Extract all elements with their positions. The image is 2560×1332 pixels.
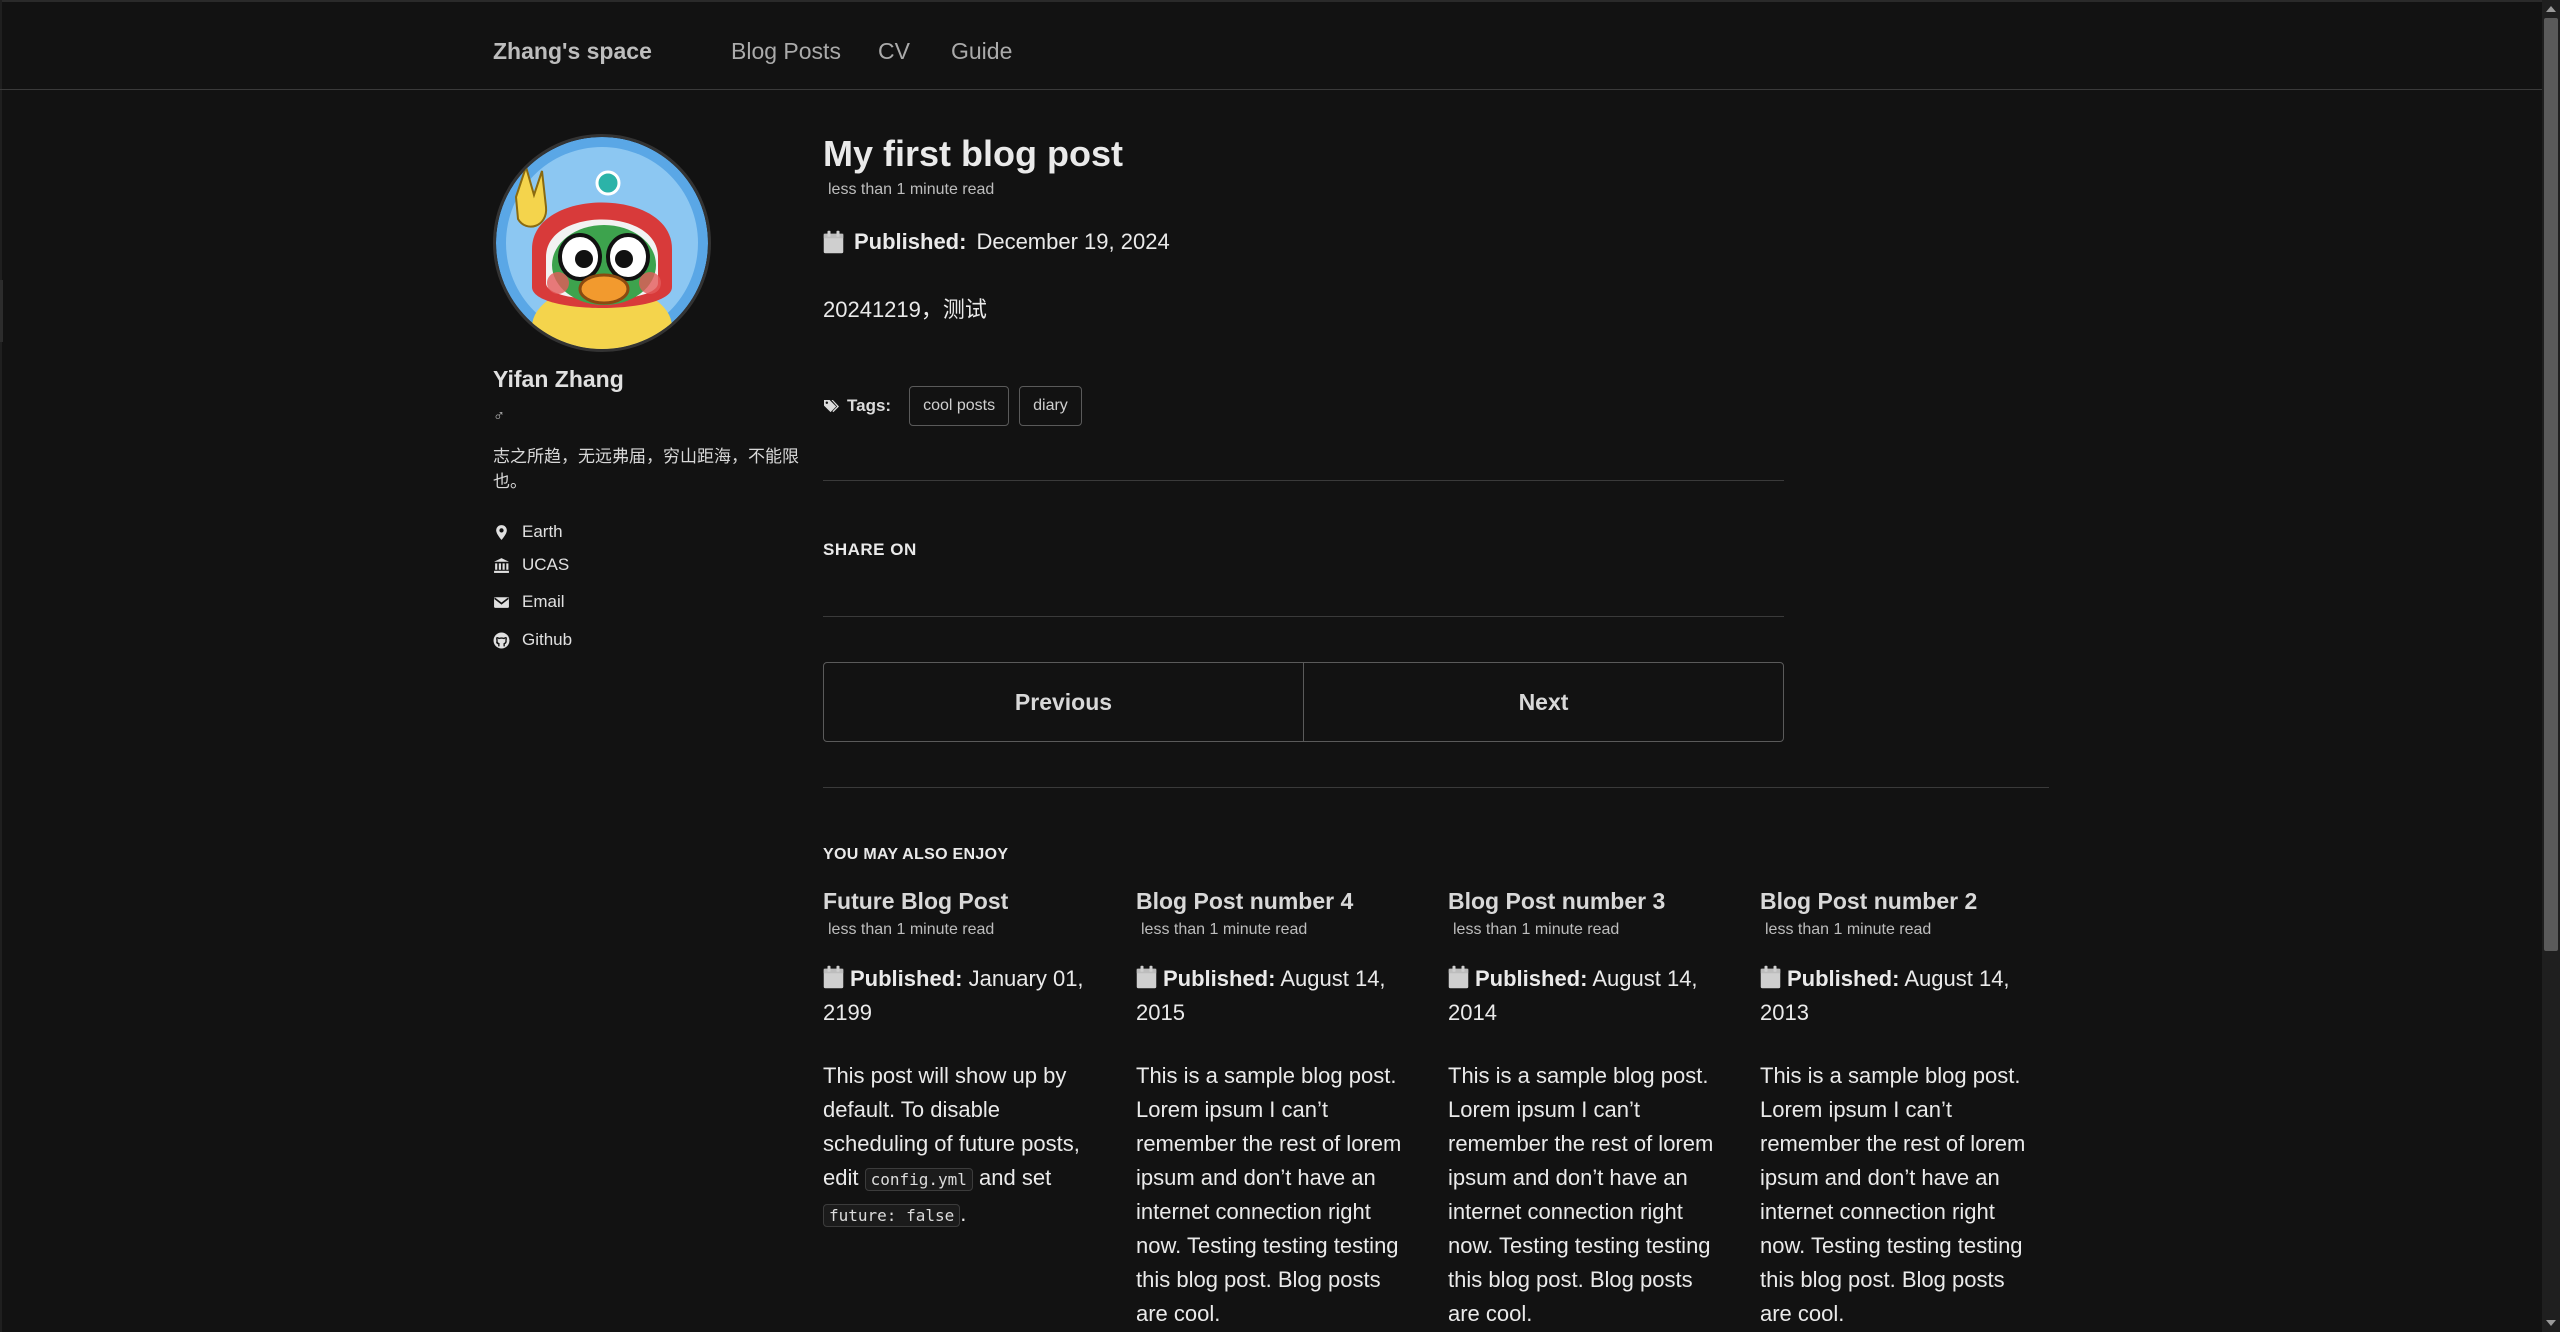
- excerpt-text: .: [960, 1201, 967, 1226]
- tags-icon: [824, 399, 839, 412]
- related-post-published: Published: January 01, 2199: [823, 962, 1103, 1030]
- inline-code: future: false: [823, 1204, 961, 1227]
- related-post-read-time: less than 1 minute read: [828, 921, 995, 938]
- inline-code: config.yml: [864, 1168, 973, 1191]
- author-avatar: [493, 134, 711, 352]
- related-post-published: Published: August 14, 2013: [1760, 962, 2040, 1030]
- related-post-excerpt: This is a sample blog post. Lorem ipsum …: [1448, 1063, 1714, 1326]
- tag-cool-posts[interactable]: cool posts: [909, 386, 1010, 426]
- bank-icon: [494, 557, 509, 573]
- scroll-down-arrow-icon[interactable]: [2546, 1320, 2556, 1326]
- nav-link-guide[interactable]: Guide: [951, 38, 1012, 65]
- related-post-read-time: less than 1 minute read: [1765, 921, 1932, 938]
- divider: [823, 787, 2049, 788]
- author-email-link[interactable]: Email: [493, 590, 565, 614]
- related-post-title[interactable]: Blog Post number 3: [1448, 888, 1665, 914]
- calendar-icon: [823, 965, 844, 989]
- window-edge-marker: [0, 280, 3, 342]
- related-post-excerpt: This post will show up by default. To di…: [823, 1059, 1103, 1233]
- tags-label-wrap: Tags:: [823, 396, 891, 416]
- related-post-title[interactable]: Blog Post number 2: [1760, 888, 1977, 914]
- related-post-published-label: Published:: [850, 966, 963, 991]
- vertical-scrollbar[interactable]: [2542, 0, 2560, 1332]
- related-post-published-label: Published:: [1475, 966, 1588, 991]
- post-published-date: December 19, 2024: [976, 229, 1170, 254]
- related-post-published: Published: August 14, 2015: [1136, 962, 1416, 1030]
- related-post-published-label: Published:: [1163, 966, 1276, 991]
- post-pagination: Previous Next: [823, 662, 1784, 742]
- calendar-icon: [823, 230, 844, 254]
- related-post-title[interactable]: Blog Post number 4: [1136, 888, 1353, 914]
- duck-avatar-image: [496, 137, 708, 349]
- related-post-card: Blog Post number 4 less than 1 minute re…: [1136, 886, 1416, 1331]
- author-bio: 志之所趋，无远弗届，穷山距海，不能限也。: [493, 447, 799, 491]
- post-published: Published: December 19, 2024: [823, 229, 1170, 255]
- window-left-border: [0, 0, 2, 1332]
- related-post-read-time: less than 1 minute read: [1141, 921, 1308, 938]
- related-posts-heading: YOU MAY ALSO ENJOY: [823, 846, 1009, 863]
- author-employer: UCAS: [493, 553, 569, 577]
- nav-link-blog-posts[interactable]: Blog Posts: [731, 38, 841, 65]
- scroll-up-arrow-icon[interactable]: [2546, 6, 2556, 12]
- author-name: Yifan Zhang: [493, 366, 624, 392]
- envelope-icon: [494, 596, 509, 608]
- related-post-title[interactable]: Future Blog Post: [823, 888, 1008, 914]
- post-title: My first blog post: [823, 133, 1123, 174]
- related-post-read-time: less than 1 minute read: [1453, 921, 1620, 938]
- related-post-published-label: Published:: [1787, 966, 1900, 991]
- tags-label: Tags:: [847, 396, 892, 415]
- author-email-label: Email: [522, 592, 565, 611]
- map-marker-icon: [496, 524, 507, 540]
- calendar-icon: [1136, 965, 1157, 989]
- post-tags: Tags: cool posts diary: [823, 386, 1082, 426]
- nav-link-cv[interactable]: CV: [878, 38, 910, 65]
- author-gender: ♂: [493, 408, 505, 425]
- calendar-icon: [1760, 965, 1781, 989]
- github-icon: [493, 632, 510, 648]
- calendar-icon: [1448, 965, 1469, 989]
- previous-post-button[interactable]: Previous: [824, 663, 1304, 741]
- related-post-card: Blog Post number 3 less than 1 minute re…: [1448, 886, 1728, 1331]
- tag-diary[interactable]: diary: [1019, 386, 1082, 426]
- post-read-time: less than 1 minute read: [828, 181, 995, 198]
- post-body: 20241219，测试: [823, 297, 987, 322]
- related-post-card: Future Blog Post less than 1 minute read…: [823, 886, 1103, 1233]
- site-brand-link[interactable]: Zhang's space: [493, 38, 652, 65]
- next-post-button[interactable]: Next: [1304, 663, 1783, 741]
- related-post-excerpt: This is a sample blog post. Lorem ipsum …: [1136, 1063, 1402, 1326]
- related-post-excerpt: This is a sample blog post. Lorem ipsum …: [1760, 1063, 2026, 1326]
- author-location: Earth: [493, 520, 563, 544]
- author-github-label: Github: [522, 630, 573, 649]
- author-location-label: Earth: [522, 522, 563, 541]
- top-navbar: Zhang's space Blog Posts CV Guide: [0, 0, 2542, 90]
- related-post-published: Published: August 14, 2014: [1448, 962, 1728, 1030]
- related-post-card: Blog Post number 2 less than 1 minute re…: [1760, 886, 2040, 1331]
- share-on-heading: SHARE ON: [823, 540, 917, 559]
- post-published-label: Published:: [854, 229, 967, 254]
- excerpt-text: and set: [972, 1165, 1052, 1190]
- author-github-link[interactable]: Github: [493, 628, 572, 652]
- divider: [823, 480, 1784, 481]
- scrollbar-thumb[interactable]: [2544, 18, 2558, 951]
- divider: [823, 616, 1784, 617]
- author-employer-label: UCAS: [522, 555, 570, 574]
